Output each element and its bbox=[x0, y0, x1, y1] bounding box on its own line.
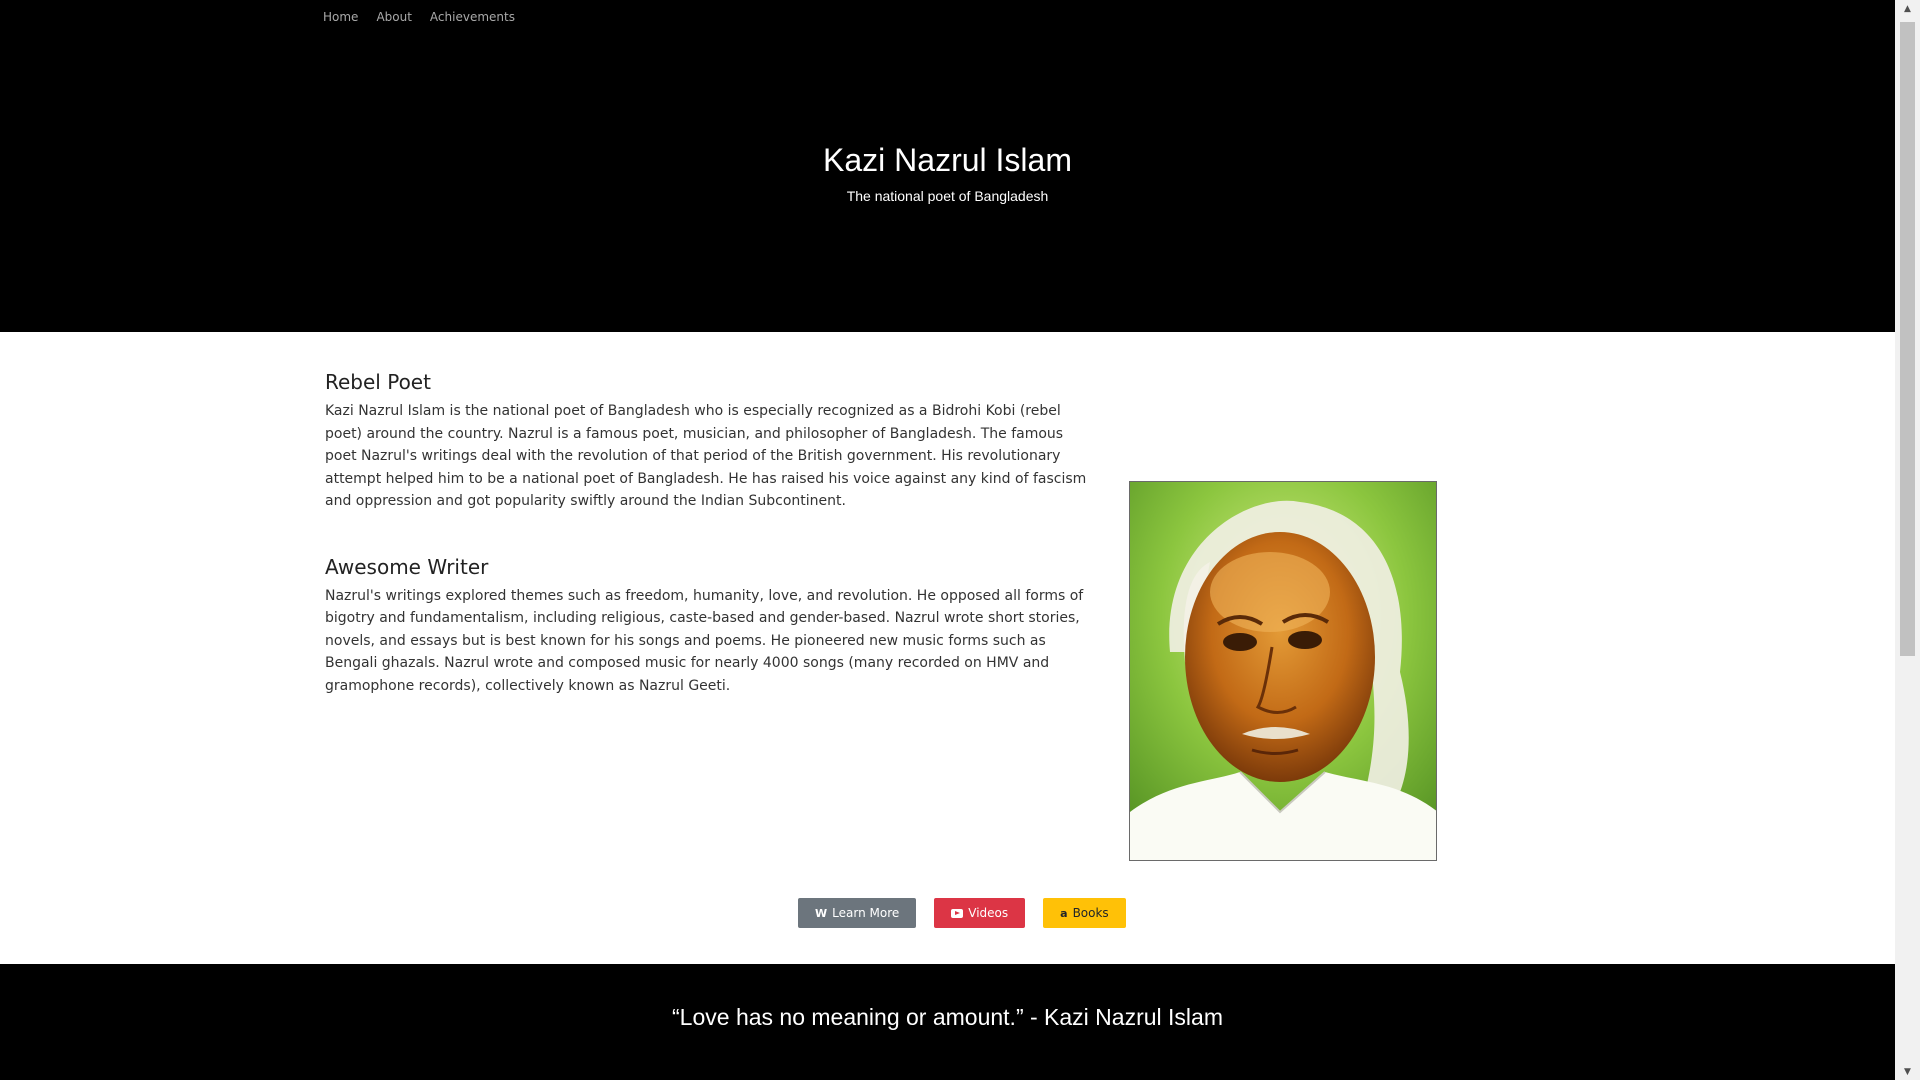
page: Home About Achievements Kazi Nazrul Isla… bbox=[0, 0, 1920, 1080]
rebel-poet-section: Rebel Poet Kazi Nazrul Islam is the nati… bbox=[325, 370, 1095, 513]
videos-label: Videos bbox=[968, 906, 1009, 920]
vertical-scrollbar[interactable]: ▲ ▼ bbox=[1895, 0, 1920, 1080]
section-title: Awesome Writer bbox=[325, 554, 489, 579]
learn-more-label: Learn More bbox=[832, 906, 900, 920]
page-subtitle: The national poet of Bangladesh bbox=[846, 188, 1049, 204]
awesome-writer-section: Awesome Writer Nazrul's writings explore… bbox=[325, 555, 1095, 698]
quote-text: “Love has no meaning or amount.” - Kazi … bbox=[672, 1004, 1223, 1030]
books-button[interactable]: a Books bbox=[1043, 898, 1126, 928]
wikipedia-icon: W bbox=[815, 906, 828, 920]
quote-footer: “Love has no meaning or amount.” - Kazi … bbox=[0, 964, 1895, 1080]
section-title: Rebel Poet bbox=[325, 370, 431, 394]
page-title: Kazi Nazrul Islam bbox=[823, 142, 1072, 178]
section-body: Nazrul's writings explored themes such a… bbox=[325, 587, 1084, 694]
hero-header: Home About Achievements Kazi Nazrul Isla… bbox=[0, 0, 1895, 332]
learn-more-button[interactable]: W Learn More bbox=[798, 898, 917, 928]
nav-achievements-link[interactable]: Achievements bbox=[430, 8, 515, 26]
scroll-down-arrow-icon[interactable]: ▼ bbox=[1895, 1063, 1920, 1080]
scroll-thumb[interactable] bbox=[1900, 22, 1915, 656]
top-nav: Home About Achievements bbox=[323, 8, 515, 26]
nav-home-link[interactable]: Home bbox=[323, 8, 358, 26]
action-buttons: W Learn More Videos a Books bbox=[798, 898, 1126, 928]
youtube-icon bbox=[951, 908, 964, 918]
scroll-up-arrow-icon[interactable]: ▲ bbox=[1895, 0, 1920, 17]
portrait-image bbox=[1129, 481, 1437, 861]
videos-button[interactable]: Videos bbox=[934, 898, 1026, 928]
amazon-icon: a bbox=[1060, 906, 1068, 920]
books-label: Books bbox=[1072, 906, 1109, 920]
nav-about-link[interactable]: About bbox=[376, 8, 411, 26]
main-content: Rebel Poet Kazi Nazrul Islam is the nati… bbox=[325, 370, 1095, 739]
section-body: Kazi Nazrul Islam is the national poet o… bbox=[325, 403, 1087, 509]
